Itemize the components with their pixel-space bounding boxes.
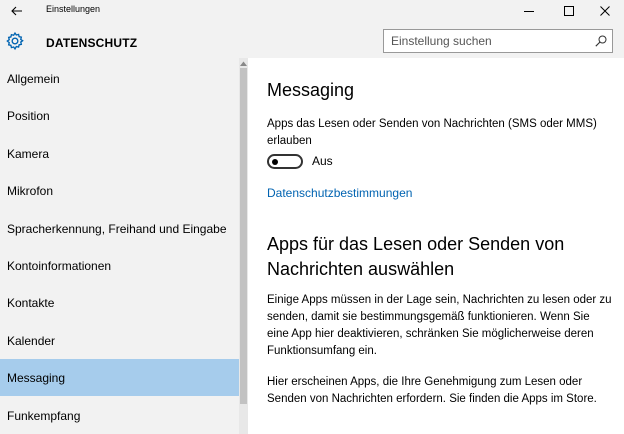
section-heading: Messaging bbox=[267, 80, 355, 100]
minimize-button[interactable] bbox=[512, 0, 546, 22]
settings-header: DATENSCHUTZ bbox=[0, 22, 624, 58]
sidebar-item-allgemein[interactable]: Allgemein bbox=[0, 60, 239, 97]
sidebar-item-kontakte[interactable]: Kontakte bbox=[0, 284, 239, 321]
toggle-state-label: Aus bbox=[312, 154, 333, 168]
sidebar-scrollbar[interactable] bbox=[239, 58, 248, 434]
info-paragraph: Einige Apps müssen in der Lage sein, Nac… bbox=[267, 294, 612, 357]
toggle-knob bbox=[272, 158, 278, 165]
sidebar-item-label: Spracherkennung, Freihand und Eingabe bbox=[7, 221, 227, 236]
window-title: Einstellungen bbox=[46, 4, 101, 14]
minimize-icon bbox=[524, 11, 534, 12]
close-icon bbox=[600, 6, 610, 16]
sidebar-item-mikrofon[interactable]: Mikrofon bbox=[0, 172, 239, 209]
sidebar-item-label: Mikrofon bbox=[7, 183, 54, 198]
gear-icon bbox=[6, 31, 24, 51]
messaging-toggle[interactable] bbox=[267, 154, 303, 169]
title-bar: Einstellungen bbox=[0, 0, 624, 22]
privacy-statement-link[interactable]: Datenschutzbestimmungen bbox=[267, 186, 412, 200]
scrollbar-thumb[interactable] bbox=[240, 68, 247, 404]
sidebar-item-label: Allgemein bbox=[7, 71, 60, 86]
sidebar: Allgemein Position Kamera Mikrofon Sprac… bbox=[0, 58, 248, 434]
info-paragraph: Hier erscheinen Apps, die Ihre Genehmigu… bbox=[267, 376, 597, 405]
scroll-up-button[interactable] bbox=[239, 61, 248, 67]
sidebar-item-funkempfang[interactable]: Funkempfang bbox=[0, 397, 239, 434]
page-title: DATENSCHUTZ bbox=[46, 36, 138, 50]
sidebar-item-messaging[interactable]: Messaging bbox=[0, 359, 239, 396]
sidebar-item-label: Kontakte bbox=[7, 295, 55, 310]
close-button[interactable] bbox=[588, 0, 622, 22]
back-button[interactable] bbox=[0, 0, 34, 22]
search-box[interactable] bbox=[383, 29, 613, 53]
maximize-button[interactable] bbox=[552, 0, 586, 22]
search-icon[interactable] bbox=[595, 35, 607, 47]
toggle-description: Apps das Lesen oder Senden von Nachricht… bbox=[267, 118, 597, 147]
sidebar-item-label: Position bbox=[7, 108, 50, 123]
sidebar-item-kontoinformationen[interactable]: Kontoinformationen bbox=[0, 247, 239, 284]
sidebar-item-spracherkennung[interactable]: Spracherkennung, Freihand und Eingabe bbox=[0, 210, 239, 247]
sidebar-item-label: Kalender bbox=[7, 333, 56, 348]
search-input[interactable] bbox=[384, 30, 584, 52]
sidebar-item-kalender[interactable]: Kalender bbox=[0, 322, 239, 359]
main-content: Messaging Apps das Lesen oder Senden von… bbox=[248, 58, 624, 434]
sidebar-item-label: Kontoinformationen bbox=[7, 258, 112, 273]
maximize-icon bbox=[564, 6, 574, 16]
apps-section-heading: Apps für das Lesen oder Senden von Nachr… bbox=[267, 234, 565, 279]
sidebar-item-label: Messaging bbox=[7, 370, 66, 385]
sidebar-item-label: Kamera bbox=[7, 146, 50, 161]
chevron-up-icon bbox=[240, 61, 247, 66]
sidebar-item-kamera[interactable]: Kamera bbox=[0, 135, 239, 172]
sidebar-item-label: Funkempfang bbox=[7, 408, 81, 423]
back-arrow-icon bbox=[11, 6, 22, 16]
sidebar-item-position[interactable]: Position bbox=[0, 97, 239, 134]
